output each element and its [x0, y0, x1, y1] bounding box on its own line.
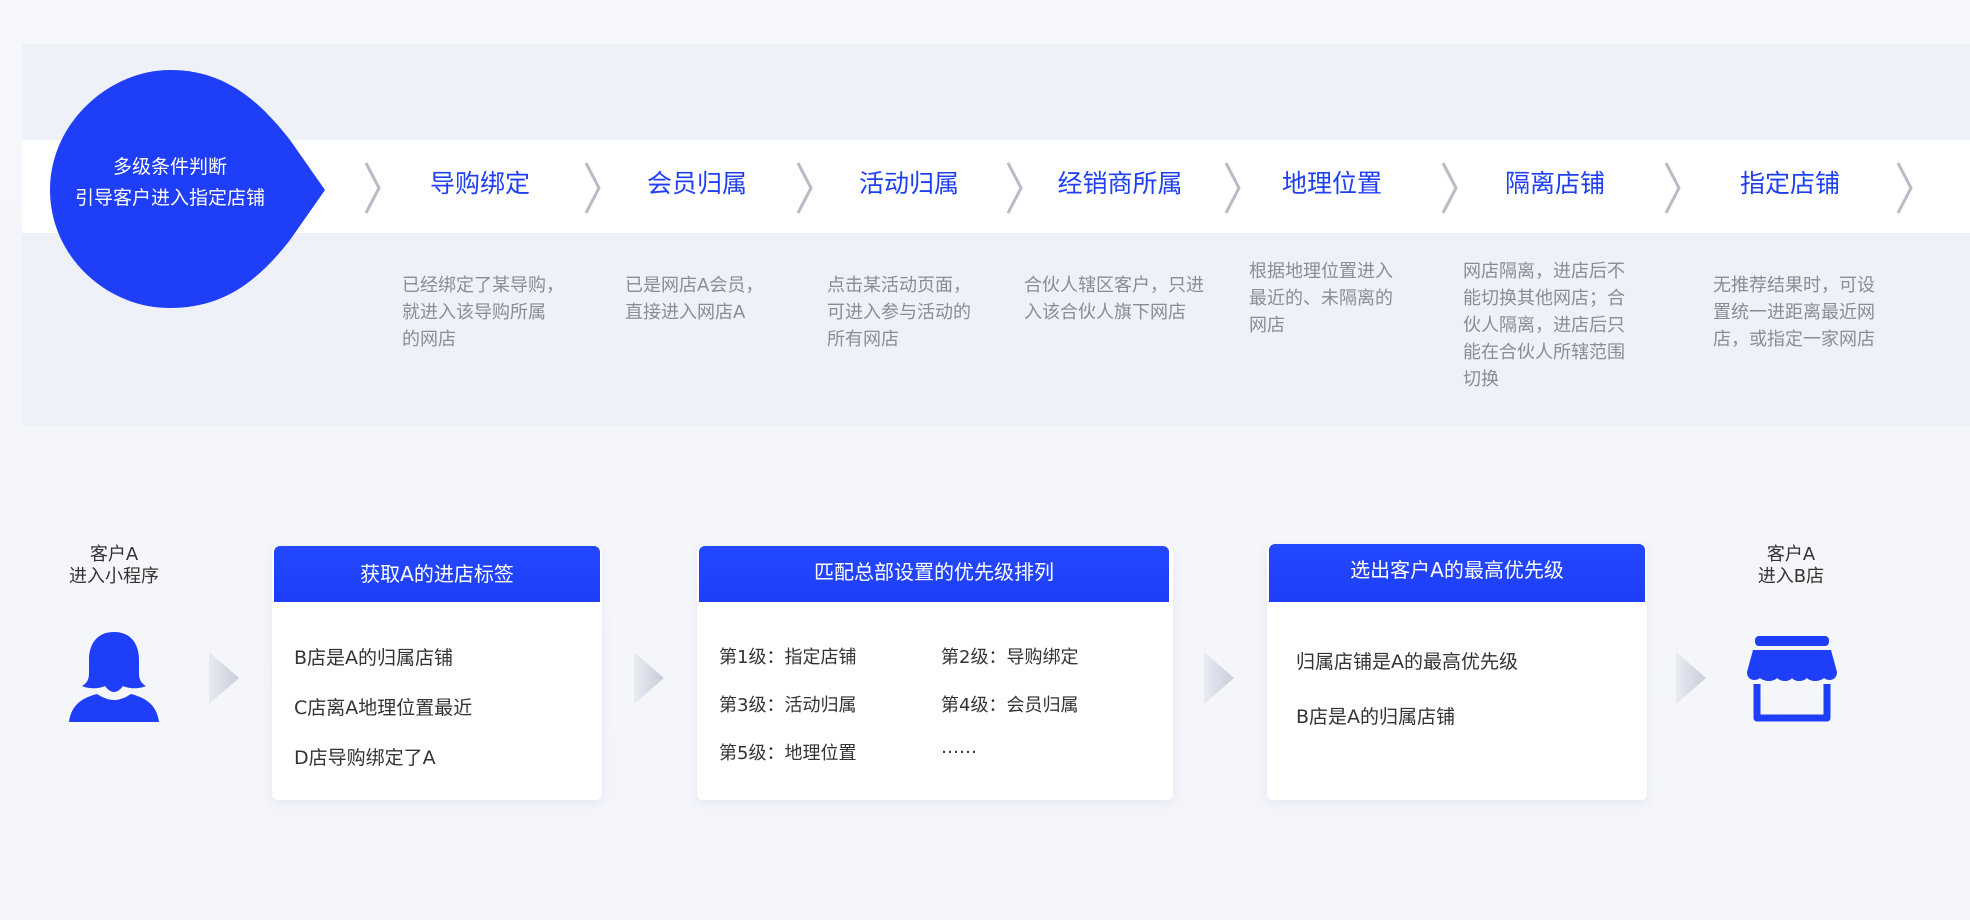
store-icon [1745, 634, 1839, 722]
priority-level-1: 第1级：指定店铺 [719, 647, 857, 668]
customer-icon [67, 630, 161, 724]
end-actor-label: 客户A 进入B店 [1757, 544, 1825, 587]
priority-more: …… [941, 737, 977, 758]
step-desc-designated: 无推荐结果时，可设 置统一进距离最近网 店，或指定一家网店 [1713, 275, 1875, 350]
chevron-right-icon [1006, 162, 1023, 214]
chevron-right-icon [584, 162, 601, 214]
priority-level-5: 第5级：地理位置 [719, 743, 857, 764]
priority-level-2: 第2级：导购绑定 [941, 647, 1079, 668]
flow-arrow-icon [209, 652, 239, 704]
card-line: D店导购绑定了A [294, 747, 436, 769]
chevron-right-icon [1441, 162, 1458, 214]
step-desc-isolation: 网店隔离，进店后不 能切换其他网店；合 伙人隔离，进店后只 能在合伙人所辖范围 切换 [1463, 261, 1625, 390]
priority-level-3: 第3级：活动归属 [719, 695, 857, 716]
chevron-right-icon [364, 162, 381, 214]
step-title-isolation: 隔离店铺 [1504, 169, 1605, 198]
chevron-right-icon [1896, 162, 1913, 214]
card-line: B店是A的归属店铺 [294, 647, 454, 669]
badge-line-1: 多级条件判断 [112, 156, 227, 178]
badge-line-2: 引导客户进入指定店铺 [74, 187, 265, 209]
chevron-right-icon [1664, 162, 1681, 214]
card-line: 归属店铺是A的最高优先级 [1296, 651, 1518, 673]
step-title-activity: 活动归属 [858, 169, 959, 198]
step-title-guide-binding: 导购绑定 [429, 169, 530, 198]
condition-judgement-badge: 多级条件判断 引导客户进入指定店铺 [50, 70, 325, 308]
step-title-member: 会员归属 [646, 169, 747, 198]
chevron-right-icon [1224, 162, 1241, 214]
highest-priority-card-title: 选出客户A的最高优先级 [1269, 544, 1645, 602]
flow-arrow-icon [1204, 652, 1234, 704]
step-desc-dealer: 合伙人辖区客户，只进 入该合伙人旗下网店 [1024, 275, 1204, 323]
chevron-right-icon [796, 162, 813, 214]
step-desc-guide-binding: 已经绑定了某导购， 就进入该导购所属 的网店 [402, 275, 564, 350]
step-desc-location: 根据地理位置进入 最近的、未隔离的 网店 [1249, 261, 1393, 336]
entry-tags-card-title: 获取A的进店标签 [274, 546, 600, 602]
card-line: C店离A地理位置最近 [294, 697, 473, 719]
start-actor-label: 客户A 进入小程序 [69, 544, 159, 587]
card-line: B店是A的归属店铺 [1296, 706, 1456, 728]
step-desc-member: 已是网店A会员， 直接进入网店A [625, 275, 764, 323]
priority-level-4: 第4级：会员归属 [941, 695, 1079, 716]
priority-card-title: 匹配总部设置的优先级排列 [699, 546, 1169, 602]
flow-arrow-icon [1676, 652, 1706, 704]
flow-arrow-icon [634, 652, 664, 704]
step-title-designated: 指定店铺 [1739, 169, 1840, 198]
step-title-dealer: 经销商所属 [1057, 169, 1183, 198]
step-title-location: 地理位置 [1281, 169, 1382, 198]
step-desc-activity: 点击某活动页面， 可进入参与活动的 所有网店 [827, 275, 971, 350]
